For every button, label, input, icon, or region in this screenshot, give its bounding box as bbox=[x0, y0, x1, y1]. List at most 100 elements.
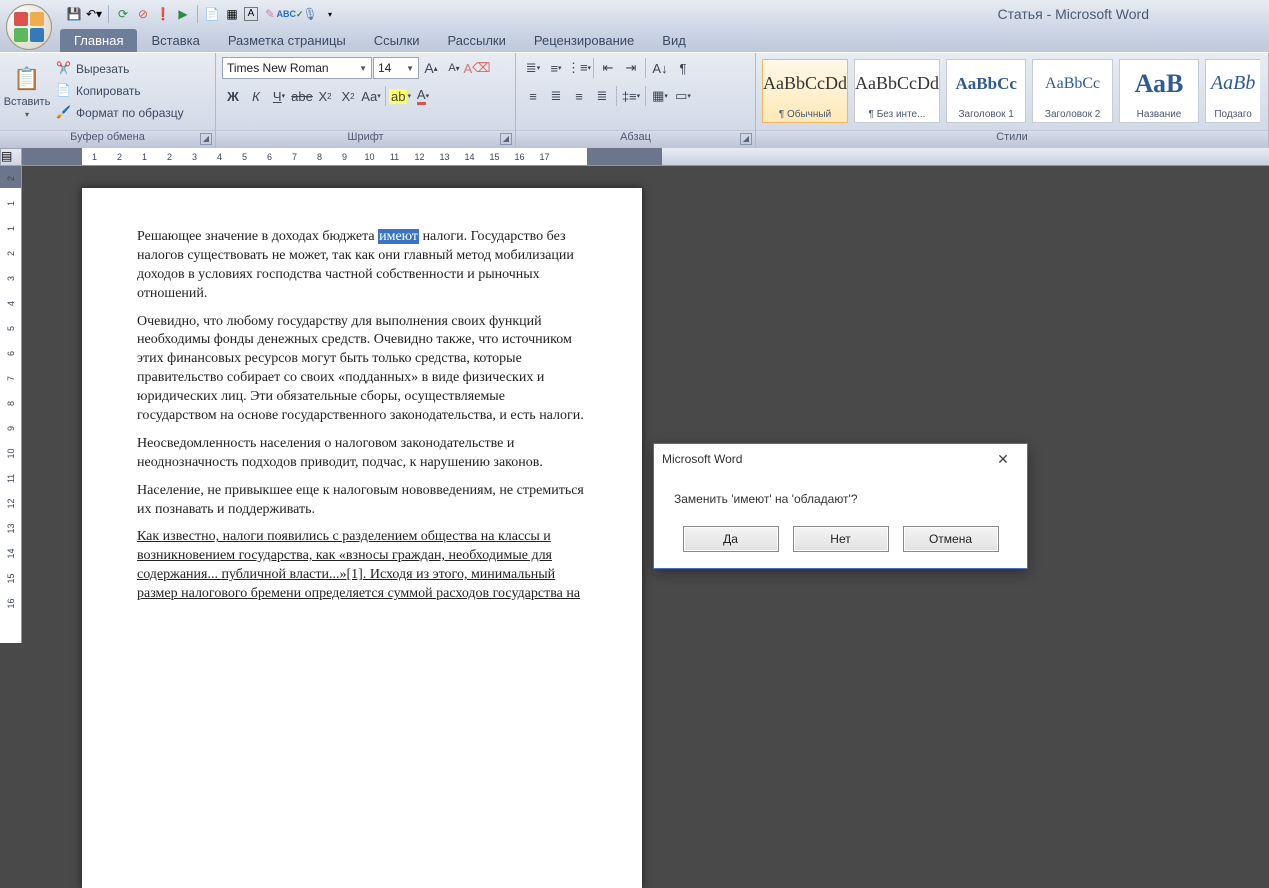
bullets-button[interactable]: ≣▾ bbox=[522, 57, 544, 79]
strike-button[interactable]: abe bbox=[291, 85, 313, 107]
sort-button[interactable]: A↓ bbox=[649, 57, 671, 79]
group-font: Times New Roman▼ 14▼ A▴ A▾ A⌫ Ж К Ч ▾ ab… bbox=[216, 53, 516, 148]
mic-icon[interactable]: 🎙 bbox=[302, 6, 318, 22]
group-caption-styles: Стили bbox=[996, 131, 1028, 143]
vertical-ruler[interactable]: 2112345678910111213141516 bbox=[0, 166, 22, 643]
format-painter-button[interactable]: 🖌️ Формат по образцу bbox=[52, 103, 188, 123]
doc-paragraph[interactable]: Как известно, налоги появились с разделе… bbox=[137, 528, 587, 604]
macro-icon[interactable]: 📄 bbox=[204, 6, 220, 22]
tab-mailings[interactable]: Рассылки bbox=[434, 29, 520, 52]
style-no-spacing[interactable]: AaBbCcDd¶ Без инте... bbox=[854, 59, 940, 123]
format-painter-label: Формат по образцу bbox=[76, 106, 184, 120]
redo-icon[interactable]: ⟳ bbox=[115, 6, 131, 22]
window-title: Статья - Microsoft Word bbox=[998, 6, 1149, 22]
group-caption-clipboard: Буфер обмена bbox=[70, 131, 145, 143]
line-spacing-button[interactable]: ‡≡▾ bbox=[620, 85, 642, 107]
paste-button[interactable]: 📋 Вставить ▾ bbox=[6, 57, 48, 128]
clipboard-launcher[interactable]: ◢ bbox=[200, 133, 212, 145]
highlight-button[interactable]: ab▾ bbox=[389, 85, 411, 107]
alert-icon[interactable]: ❗ bbox=[155, 6, 171, 22]
tab-insert[interactable]: Вставка bbox=[137, 29, 213, 52]
group-caption-font: Шрифт bbox=[347, 131, 383, 143]
group-clipboard: 📋 Вставить ▾ ✂️ Вырезать 📄Копировать 🖌️ Фо… bbox=[0, 53, 216, 148]
ribbon: 📋 Вставить ▾ ✂️ Вырезать 📄Копировать 🖌️ Фо… bbox=[0, 52, 1269, 148]
font-size-combo[interactable]: 14▼ bbox=[373, 57, 419, 79]
footnote-ref[interactable]: [1] bbox=[347, 567, 363, 582]
align-center-button[interactable]: ≣ bbox=[545, 85, 567, 107]
dialog-titlebar[interactable]: Microsoft Word ✕ bbox=[654, 444, 1027, 474]
cut-button[interactable]: ✂️ Вырезать bbox=[52, 59, 188, 79]
doc-paragraph[interactable]: Неосведомленность населения о налоговом … bbox=[137, 435, 587, 473]
qat-more-icon[interactable]: ▾ bbox=[322, 6, 338, 22]
yes-button[interactable]: Да bbox=[683, 526, 779, 552]
run-icon[interactable]: ▶ bbox=[175, 6, 191, 22]
save-icon[interactable]: 💾 bbox=[66, 6, 82, 22]
dialog-message: Заменить 'имеют' на 'обладают'? bbox=[654, 474, 1027, 526]
copy-label: Копировать bbox=[76, 84, 141, 98]
borders-button[interactable]: ▭▾ bbox=[672, 85, 694, 107]
office-button[interactable] bbox=[6, 4, 52, 50]
tab-references[interactable]: Ссылки bbox=[360, 29, 434, 52]
align-right-button[interactable]: ≡ bbox=[568, 85, 590, 107]
numbering-button[interactable]: ≡▾ bbox=[545, 57, 567, 79]
style-normal[interactable]: AaBbCcDd¶ Обычный bbox=[762, 59, 848, 123]
font-size-value: 14 bbox=[378, 61, 391, 75]
change-case-button[interactable]: Aa▾ bbox=[360, 85, 382, 107]
style-subtitle[interactable]: AaBbПодзаго bbox=[1205, 59, 1260, 123]
workarea: ▤ 121234567891011121314151617 2112345678… bbox=[0, 148, 1269, 643]
paragraph-launcher[interactable]: ◢ bbox=[740, 133, 752, 145]
document-page[interactable]: Решающее значение в доходах бюджета имею… bbox=[82, 188, 642, 888]
doc-paragraph[interactable]: Население, не привыкшее еще к налоговым … bbox=[137, 482, 587, 520]
show-marks-button[interactable]: ¶ bbox=[672, 57, 694, 79]
undo-icon[interactable]: ↶▾ bbox=[86, 6, 102, 22]
selected-text[interactable]: имеют bbox=[378, 229, 419, 244]
style-heading2[interactable]: AaBbCcЗаголовок 2 bbox=[1032, 59, 1112, 123]
brush-icon: 🖌️ bbox=[56, 105, 72, 121]
ribbon-tabs: Главная Вставка Разметка страницы Ссылки… bbox=[0, 28, 1269, 52]
font-color-button[interactable]: A▾ bbox=[412, 85, 434, 107]
spell-icon[interactable]: ABC✓ bbox=[282, 6, 298, 22]
font-name-combo[interactable]: Times New Roman▼ bbox=[222, 57, 372, 79]
font-launcher[interactable]: ◢ bbox=[500, 133, 512, 145]
paste-icon: 📋 bbox=[13, 66, 41, 94]
doc-paragraph[interactable]: Решающее значение в доходах бюджета имею… bbox=[137, 228, 587, 304]
no-button[interactable]: Нет bbox=[793, 526, 889, 552]
title-bar: 💾 ↶▾ ⟳ ⊘ ❗ ▶ 📄 ▦ A ✎ ABC✓ 🎙 ▾ Статья - M… bbox=[0, 0, 1269, 28]
tab-home[interactable]: Главная bbox=[60, 29, 137, 52]
close-icon[interactable]: ✕ bbox=[987, 447, 1019, 471]
doc-paragraph[interactable]: Очевидно, что любому государству для вып… bbox=[137, 313, 587, 426]
justify-button[interactable]: ≣ bbox=[591, 85, 613, 107]
align-left-button[interactable]: ≡ bbox=[522, 85, 544, 107]
document-body: Решающее значение в доходах бюджета имею… bbox=[137, 228, 587, 604]
cancel-button[interactable]: Отмена bbox=[903, 526, 999, 552]
copy-button[interactable]: 📄Копировать bbox=[52, 81, 188, 101]
grow-font-button[interactable]: A▴ bbox=[420, 57, 442, 79]
scissors-icon: ✂️ bbox=[56, 61, 72, 77]
italic-button[interactable]: К bbox=[245, 85, 267, 107]
cut-label: Вырезать bbox=[76, 62, 129, 76]
group-styles: AaBbCcDd¶ Обычный AaBbCcDd¶ Без инте... … bbox=[756, 53, 1269, 148]
decrease-indent-button[interactable]: ⇤ bbox=[597, 57, 619, 79]
app-icon[interactable]: ▦ bbox=[224, 6, 240, 22]
increase-indent-button[interactable]: ⇥ bbox=[620, 57, 642, 79]
horizontal-ruler[interactable]: 121234567891011121314151617 bbox=[22, 148, 1269, 166]
tab-view[interactable]: Вид bbox=[648, 29, 700, 52]
shading-button[interactable]: ▦▾ bbox=[649, 85, 671, 107]
multilevel-button[interactable]: ⋮≡▾ bbox=[568, 57, 590, 79]
ruler-corner[interactable]: ▤ bbox=[0, 148, 22, 166]
style-heading1[interactable]: AaBbCcЗаголовок 1 bbox=[946, 59, 1026, 123]
subscript-button[interactable]: X2 bbox=[314, 85, 336, 107]
shrink-font-button[interactable]: A▾ bbox=[443, 57, 465, 79]
underline-button[interactable]: Ч ▾ bbox=[268, 85, 290, 107]
tab-layout[interactable]: Разметка страницы bbox=[214, 29, 360, 52]
replace-dialog: Microsoft Word ✕ Заменить 'имеют' на 'об… bbox=[653, 443, 1028, 569]
text-a-icon[interactable]: A bbox=[244, 7, 258, 21]
bold-button[interactable]: Ж bbox=[222, 85, 244, 107]
group-caption-paragraph: Абзац bbox=[620, 131, 651, 143]
font-name-value: Times New Roman bbox=[227, 61, 329, 75]
clear-format-button[interactable]: A⌫ bbox=[466, 57, 488, 79]
superscript-button[interactable]: X2 bbox=[337, 85, 359, 107]
tab-review[interactable]: Рецензирование bbox=[520, 29, 648, 52]
stop-icon[interactable]: ⊘ bbox=[135, 6, 151, 22]
style-title[interactable]: АаВНазвание bbox=[1119, 59, 1199, 123]
